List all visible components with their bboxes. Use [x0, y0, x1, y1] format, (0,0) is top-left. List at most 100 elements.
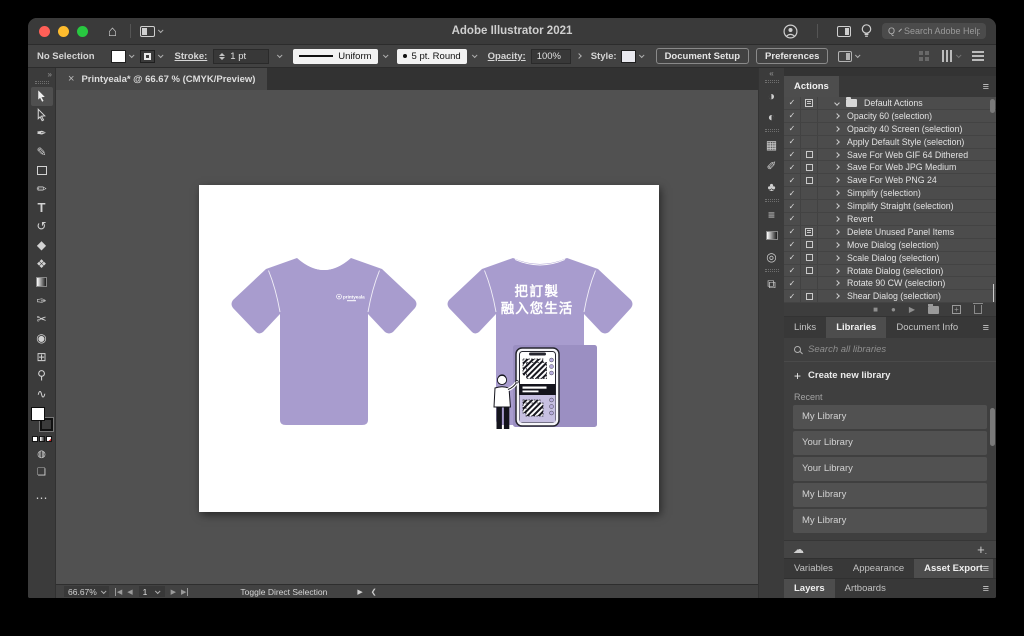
action-check-icon[interactable]: ✓: [784, 277, 801, 289]
gradient-button[interactable]: [39, 436, 45, 442]
action-row[interactable]: ✓Rotate Dialog (selection): [784, 265, 996, 278]
libraries-search[interactable]: [784, 338, 996, 362]
artboard[interactable]: printyeala: [199, 185, 659, 512]
action-expander[interactable]: [818, 269, 844, 273]
collapse-panels-icon[interactable]: «: [769, 69, 773, 78]
color-button[interactable]: [32, 436, 38, 442]
preferences-button[interactable]: Preferences: [756, 48, 828, 64]
workspace-switcher[interactable]: [140, 26, 162, 37]
artboard-tool[interactable]: ⊞: [31, 347, 53, 366]
account-icon[interactable]: [783, 24, 798, 39]
action-row[interactable]: ✓Opacity 60 (selection): [784, 110, 996, 123]
action-check-icon[interactable]: ✓: [784, 200, 801, 212]
action-expander[interactable]: [818, 243, 844, 247]
tab-document-info[interactable]: Document Info: [886, 317, 968, 338]
library-item[interactable]: My Library: [793, 483, 987, 507]
touch-workspace-icon[interactable]: [919, 51, 929, 61]
eraser-tool[interactable]: ◆: [31, 236, 53, 255]
begin-recording-button[interactable]: ●: [891, 305, 896, 314]
action-modal-toggle[interactable]: [801, 136, 818, 148]
tab-variables[interactable]: Variables: [784, 559, 843, 578]
action-row[interactable]: ✓Rotate 90 CW (selection): [784, 277, 996, 290]
drag-handle[interactable]: [35, 81, 49, 84]
action-modal-toggle[interactable]: [801, 226, 818, 238]
color-panel-icon[interactable]: ◑: [761, 85, 783, 106]
action-modal-toggle[interactable]: [801, 252, 818, 264]
action-check-icon[interactable]: ✓: [784, 239, 801, 251]
zoom-window-button[interactable]: [77, 26, 88, 37]
new-action-button[interactable]: +: [952, 305, 961, 314]
scrollbar-thumb[interactable]: [990, 99, 995, 113]
action-modal-toggle[interactable]: [801, 290, 818, 302]
action-check-icon[interactable]: ✓: [784, 136, 801, 148]
new-set-button[interactable]: [928, 306, 939, 314]
brushes-panel-icon[interactable]: ✐: [761, 155, 783, 176]
action-row[interactable]: ✓Save For Web GIF 64 Dithered: [784, 149, 996, 162]
color-mode-row[interactable]: [32, 436, 52, 442]
action-row[interactable]: ✓Apply Default Style (selection): [784, 136, 996, 149]
action-row[interactable]: ✓Shear Dialog (selection): [784, 290, 996, 303]
scrollbar-thumb[interactable]: [990, 408, 995, 446]
draw-mode-button[interactable]: ◍: [31, 445, 53, 464]
action-modal-toggle[interactable]: [801, 174, 818, 186]
fill-stroke-swatches[interactable]: [31, 407, 53, 431]
action-row[interactable]: ✓Move Dialog (selection): [784, 239, 996, 252]
add-library-item-icon[interactable]: +.: [977, 542, 987, 557]
drag-handle[interactable]: [765, 199, 779, 202]
library-item[interactable]: My Library: [793, 405, 987, 429]
chevron-down-icon[interactable]: [382, 52, 388, 58]
hand-tool[interactable]: ∿: [31, 385, 53, 404]
fill-color-picker[interactable]: [111, 50, 133, 63]
status-expand-icon[interactable]: ▶: [357, 588, 362, 596]
action-check-icon[interactable]: ✓: [784, 174, 801, 186]
rotate-tool[interactable]: ↺: [31, 217, 53, 236]
drag-handle[interactable]: [765, 80, 779, 83]
drag-handle[interactable]: [765, 269, 779, 272]
library-item[interactable]: Your Library: [793, 431, 987, 455]
eyedropper-tool[interactable]: ✑: [31, 292, 53, 311]
scroll-down-icon[interactable]: [993, 284, 994, 302]
libraries-search-input[interactable]: [808, 344, 968, 355]
gradient-panel-icon[interactable]: [761, 225, 783, 246]
brush-dropdown[interactable]: 5 pt. Round: [397, 49, 467, 64]
action-expander[interactable]: [818, 217, 844, 221]
shape-builder-tool[interactable]: ❖: [31, 254, 53, 273]
action-modal-toggle[interactable]: [801, 123, 818, 135]
style-picker[interactable]: [621, 50, 643, 63]
curvature-tool[interactable]: ✎: [31, 143, 53, 162]
action-check-icon[interactable]: ✓: [784, 213, 801, 225]
asset-export-panel-icon[interactable]: ⧉: [761, 274, 783, 295]
document-setup-button[interactable]: Document Setup: [656, 48, 749, 64]
delete-action-button[interactable]: [974, 305, 982, 314]
library-item[interactable]: Your Library: [793, 457, 987, 481]
first-artboard-icon[interactable]: ◀: [115, 588, 122, 596]
tshirt-back-artwork[interactable]: 把訂製 融入您生活: [445, 248, 635, 433]
chevron-right-icon[interactable]: [576, 53, 582, 59]
direct-selection-tool[interactable]: [31, 106, 53, 125]
minimize-window-button[interactable]: [58, 26, 69, 37]
width-profile-dropdown[interactable]: Uniform: [293, 49, 377, 64]
action-modal-toggle[interactable]: [801, 161, 818, 173]
library-item[interactable]: My Library: [793, 509, 987, 533]
play-selection-button[interactable]: ▶: [909, 305, 915, 314]
action-modal-toggle[interactable]: [801, 239, 818, 251]
action-check-icon[interactable]: ✓: [784, 290, 801, 302]
swatches-panel-icon[interactable]: ▦: [761, 134, 783, 155]
home-icon[interactable]: ⌂: [104, 22, 121, 41]
pen-tool[interactable]: ✒: [31, 124, 53, 143]
rectangle-tool[interactable]: [31, 161, 53, 180]
action-modal-toggle[interactable]: [801, 277, 818, 289]
action-expander[interactable]: [818, 191, 844, 195]
stop-playing-button[interactable]: ■: [873, 305, 878, 314]
action-expander[interactable]: [818, 165, 844, 169]
action-row[interactable]: ✓Save For Web PNG 24: [784, 174, 996, 187]
tab-asset-export[interactable]: Asset Export: [914, 559, 993, 578]
align-options[interactable]: [941, 51, 960, 61]
action-modal-toggle[interactable]: [801, 149, 818, 161]
fill-proxy[interactable]: [31, 407, 45, 421]
action-expander[interactable]: [818, 294, 844, 298]
transparency-panel-icon[interactable]: ◎: [761, 246, 783, 267]
help-search[interactable]: Q: [882, 23, 986, 39]
action-expander[interactable]: [818, 101, 844, 105]
type-tool[interactable]: T: [31, 199, 53, 218]
